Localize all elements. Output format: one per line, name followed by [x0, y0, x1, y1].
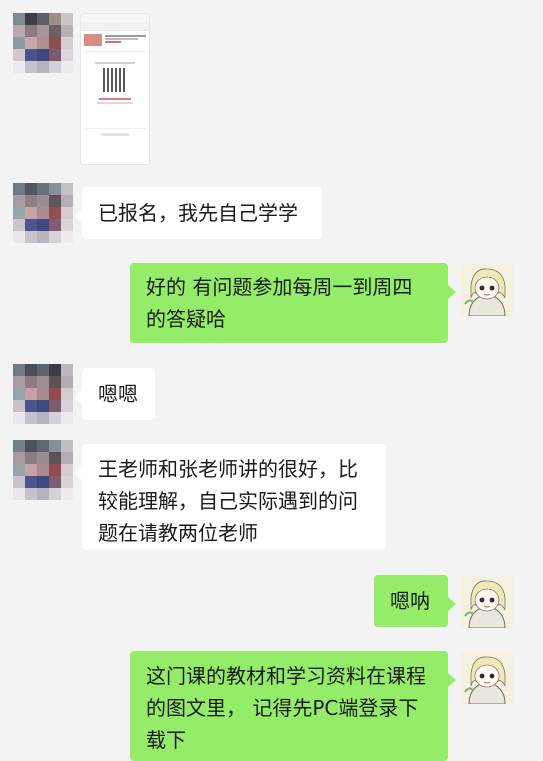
- qr-code-icon: [103, 68, 127, 92]
- message-bubble-incoming[interactable]: 王老师和张老师讲的很好，比较能理解，自己实际遇到的问题在请教两位老师: [74, 444, 386, 550]
- message-bubble-outgoing[interactable]: 这门课的教材和学习资料在课程的图文里， 记得先PC端登录下载下: [130, 651, 456, 761]
- message-bubble-incoming[interactable]: 嗯嗯: [74, 368, 155, 420]
- message-bubble-incoming[interactable]: 已报名，我先自己学学: [74, 187, 322, 239]
- shared-screenshot-image[interactable]: [80, 13, 150, 165]
- contact-avatar[interactable]: [13, 13, 73, 73]
- contact-avatar[interactable]: [13, 440, 73, 500]
- contact-avatar[interactable]: [13, 183, 73, 243]
- contact-avatar[interactable]: [13, 364, 73, 424]
- message-bubble-outgoing[interactable]: 嗯呐: [374, 575, 456, 627]
- message-bubble-outgoing[interactable]: 好的 有问题参加每周一到周四的答疑哈: [130, 263, 456, 343]
- my-avatar[interactable]: [461, 652, 513, 704]
- my-avatar[interactable]: [461, 576, 513, 628]
- my-avatar[interactable]: [461, 264, 513, 316]
